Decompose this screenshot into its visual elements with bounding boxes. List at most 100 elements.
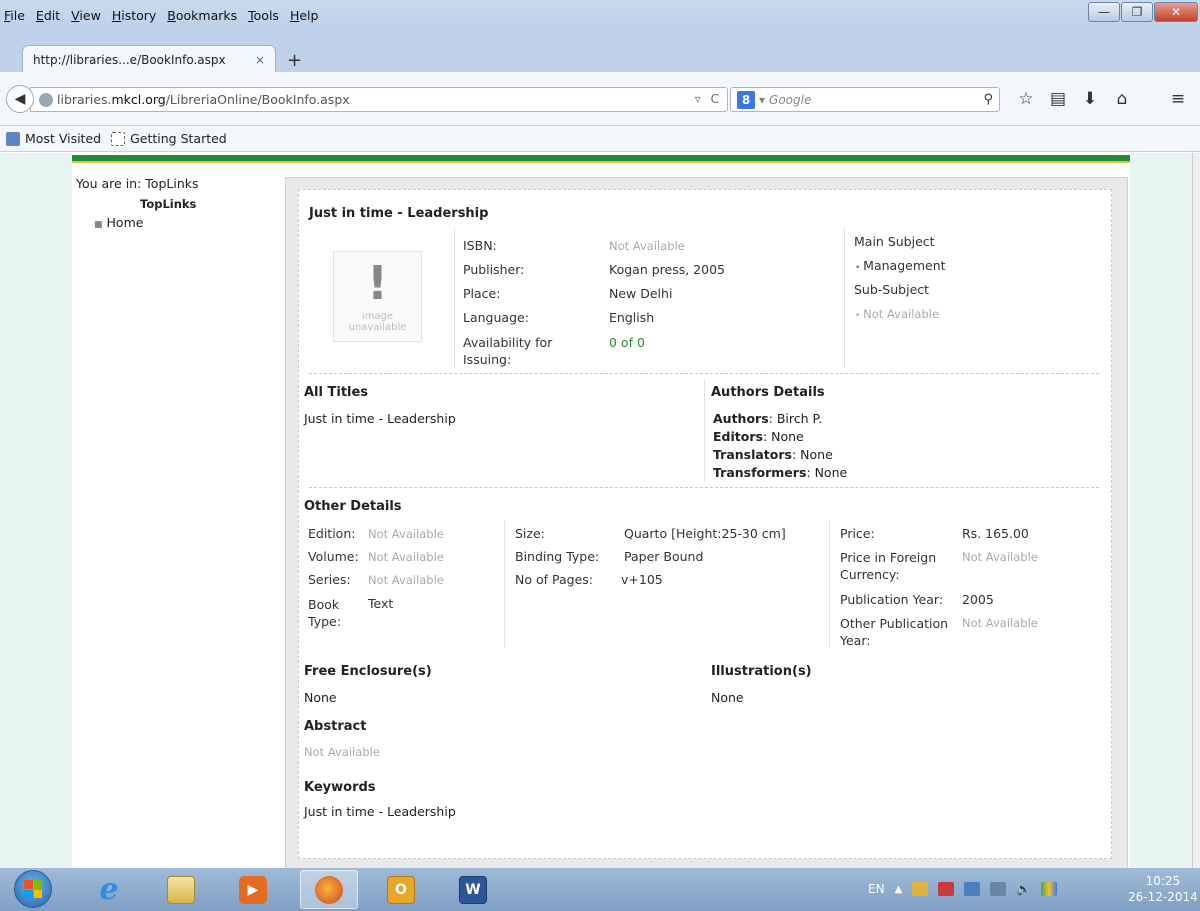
sub-subject-label: Sub-Subject: [854, 282, 930, 297]
taskbar-word[interactable]: W: [444, 870, 502, 909]
minimize-button[interactable]: —: [1088, 2, 1120, 22]
authors-value: Birch P.: [776, 411, 823, 426]
place-label: Place:: [463, 286, 501, 301]
menu-edit[interactable]: Edit: [36, 8, 60, 23]
close-window-button[interactable]: ✕: [1154, 2, 1198, 22]
language-value: English: [609, 310, 655, 325]
start-button[interactable]: [14, 870, 52, 908]
tab-close-icon[interactable]: ×: [255, 53, 265, 67]
toplinks-heading: TopLinks: [140, 197, 197, 211]
home-icon[interactable]: ⌂: [1106, 89, 1138, 109]
bullet-icon: •: [855, 263, 864, 273]
window-controls: — ❐ ✕: [1087, 2, 1198, 22]
menu-file[interactable]: File: [4, 8, 25, 23]
bookmarks-menu-icon[interactable]: ▤: [1042, 89, 1074, 109]
place-value: New Delhi: [609, 286, 673, 301]
sub-subject-value: Not Available: [863, 307, 940, 321]
menu-bookmarks[interactable]: Bookmarks: [167, 8, 237, 23]
binding-type-label: Binding Type:: [515, 549, 600, 564]
menu-bar: File Edit View History Bookmarks Tools H…: [0, 0, 1200, 30]
bookmark-most-visited[interactable]: Most Visited: [6, 131, 101, 146]
restore-button[interactable]: ❐: [1121, 2, 1153, 22]
taskbar-firefox[interactable]: [300, 870, 358, 909]
header-bar: [72, 155, 1130, 163]
drive-icon[interactable]: [1041, 882, 1058, 896]
back-button[interactable]: ◀: [6, 85, 34, 113]
page-icon: [111, 131, 126, 146]
scrollbar[interactable]: [1192, 153, 1200, 868]
url-bar[interactable]: libraries. mkcl.org/LibreriaOnline/BookIn…: [30, 87, 728, 112]
language-indicator[interactable]: EN: [868, 882, 885, 896]
series-value: Not Available: [368, 573, 444, 587]
search-icon[interactable]: ⚲: [983, 92, 993, 107]
editors-label: Editors: [713, 429, 763, 444]
tab-title: http://libraries...e/BookInfo.aspx: [33, 52, 226, 67]
google-icon[interactable]: 8: [737, 90, 755, 109]
dropdown-icon[interactable]: ▿: [695, 92, 701, 106]
display-icon[interactable]: [990, 882, 1007, 896]
tab-bar: http://libraries...e/BookInfo.aspx × +: [0, 30, 1200, 73]
translators-value: None: [800, 447, 833, 462]
divider: [504, 520, 505, 648]
show-hidden-icons-icon[interactable]: ▲: [895, 884, 903, 895]
close-icon: ✕: [1170, 5, 1182, 19]
url-host-prefix: libraries.: [57, 92, 112, 107]
price-value: Rs. 165.00: [962, 526, 1029, 541]
word-icon: W: [459, 875, 487, 904]
tab-bookinfo[interactable]: http://libraries...e/BookInfo.aspx ×: [22, 45, 276, 73]
edition-value: Not Available: [368, 527, 444, 541]
keywords-heading: Keywords: [304, 780, 376, 795]
book-cover-image: ! image unavailable: [333, 251, 422, 342]
taskbar-ie[interactable]: e: [80, 870, 138, 909]
new-tab-button[interactable]: +: [287, 50, 302, 71]
transformers-label: Transformers: [713, 465, 807, 480]
system-clock[interactable]: 10:25 26-12-2014: [1128, 873, 1198, 905]
right-margin: [1130, 153, 1192, 868]
search-input[interactable]: 8 ▾ Google ⚲: [730, 87, 1000, 112]
left-margin: [0, 153, 72, 868]
media-player-icon: ▶: [239, 875, 267, 904]
authors-row: Authors: Birch P.: [713, 411, 823, 426]
windows-taskbar: e ▶ O W EN ▲ 🔈 10:25 26-12-2014: [0, 868, 1200, 911]
book-type-value: Text: [368, 596, 394, 611]
network-icon[interactable]: [912, 882, 929, 896]
authors-label: Authors: [713, 411, 769, 426]
action-center-icon[interactable]: [938, 882, 955, 896]
taskbar-media[interactable]: ▶: [224, 870, 282, 909]
menu-tools[interactable]: Tools: [248, 8, 279, 23]
taskbar-explorer[interactable]: [152, 870, 210, 909]
editors-row: Editors: None: [713, 429, 804, 444]
availability-label-line2: Issuing:: [463, 352, 512, 367]
availability-value: 0 of 0: [609, 335, 645, 350]
series-label: Series:: [308, 572, 351, 587]
search-engine-dropdown-icon[interactable]: ▾: [759, 93, 765, 107]
keywords-value: Just in time - Leadership: [304, 804, 456, 819]
sidebar-item-label: Home: [106, 215, 144, 230]
menu-history[interactable]: History: [112, 8, 156, 23]
downloads-icon[interactable]: ⬇: [1074, 89, 1106, 109]
sync-icon[interactable]: [964, 882, 981, 896]
image-caption: image unavailable: [349, 311, 407, 333]
other-publication-year-value: Not Available: [962, 616, 1038, 630]
menu-icon[interactable]: ≡: [1162, 89, 1194, 109]
bookmark-getting-started[interactable]: Getting Started: [111, 131, 227, 146]
image-caption-line1: image: [361, 310, 394, 322]
back-arrow-icon: ◀: [14, 91, 26, 107]
section-divider: [309, 373, 1099, 374]
pages-value: v+105: [621, 572, 663, 587]
menu-help[interactable]: Help: [290, 8, 319, 23]
reload-icon[interactable]: C: [711, 92, 719, 106]
outlook-icon: O: [387, 875, 415, 904]
internet-explorer-icon: e: [99, 872, 119, 907]
volume-icon[interactable]: 🔈: [1016, 882, 1031, 896]
clock-time: 10:25: [1145, 874, 1181, 888]
taskbar-outlook[interactable]: O: [372, 870, 430, 909]
publication-year-label: Publication Year:: [840, 592, 944, 607]
bookmark-star-icon[interactable]: ☆: [1010, 89, 1042, 109]
main-subject-item[interactable]: • Management: [855, 258, 946, 273]
foreign-price-label: Price in Foreign Currency:: [840, 549, 936, 583]
sidebar-item-home[interactable]: ■ Home: [94, 215, 143, 230]
foreign-price-value: Not Available: [962, 550, 1038, 564]
menu-view[interactable]: View: [71, 8, 101, 23]
book-info-panel: Just in time - Leadership ! image unavail…: [285, 177, 1128, 868]
